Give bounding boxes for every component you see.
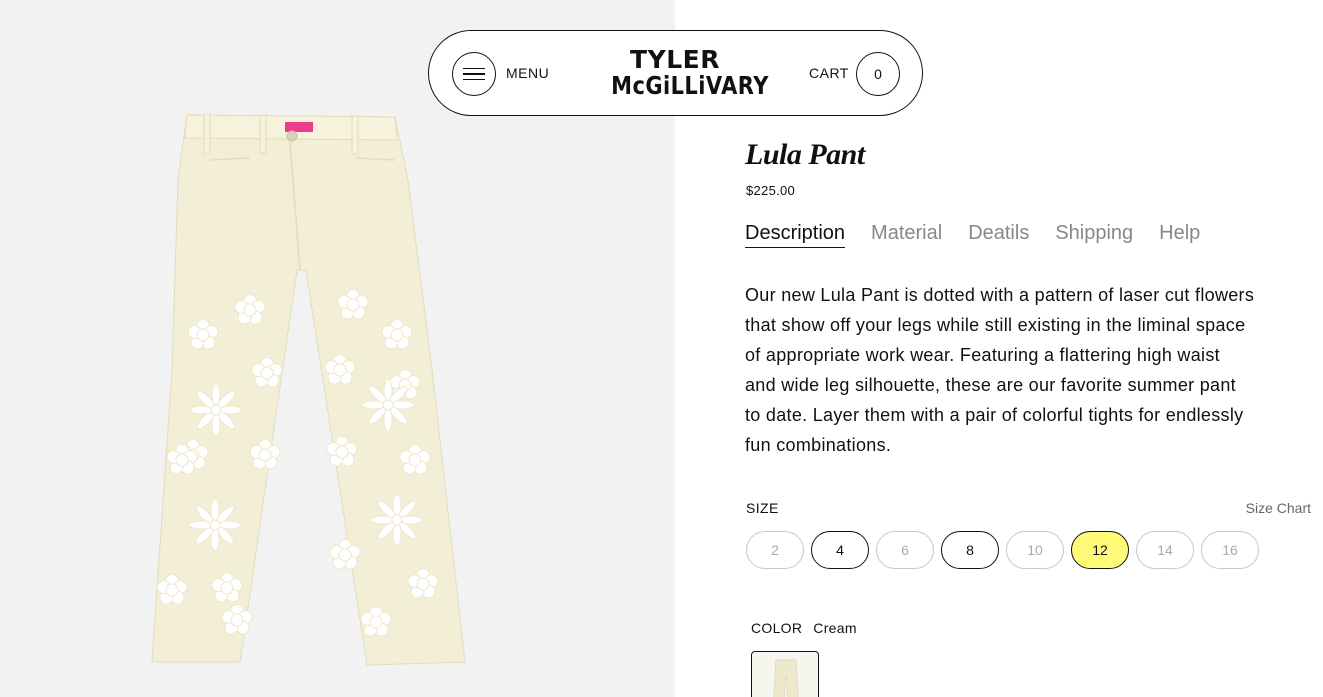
size-option-2[interactable]: 2	[746, 531, 804, 569]
color-label: COLOR	[751, 620, 803, 636]
size-option-10[interactable]: 10	[1006, 531, 1064, 569]
color-swatch-cream[interactable]	[751, 651, 819, 697]
tab-help[interactable]: Help	[1159, 222, 1200, 248]
logo-line-2: McGiLLiVARY	[611, 71, 769, 100]
logo-line-1: TYLER	[630, 45, 720, 74]
menu-label[interactable]: MENU	[506, 65, 549, 81]
cart-label[interactable]: CART	[809, 65, 849, 81]
size-options: 2 4 6 8 10 12 14 16	[746, 531, 1259, 569]
tab-shipping[interactable]: Shipping	[1055, 222, 1133, 248]
size-option-16[interactable]: 16	[1201, 531, 1259, 569]
site-header: MENU TYLER McGiLLiVARY CART 0	[428, 30, 923, 116]
swatch-thumbnail	[773, 659, 799, 697]
size-label: SIZE	[746, 500, 779, 516]
tab-details[interactable]: Deatils	[968, 222, 1029, 248]
size-option-4[interactable]: 4	[811, 531, 869, 569]
size-option-12[interactable]: 12	[1071, 531, 1129, 569]
tab-description[interactable]: Description	[745, 222, 846, 248]
color-row: COLOR Cream	[751, 620, 857, 636]
size-chart-link[interactable]: Size Chart	[1246, 500, 1311, 516]
menu-button[interactable]	[452, 52, 496, 96]
cart-count-button[interactable]: 0	[856, 52, 900, 96]
product-info-tabs: Description Material Deatils Shipping He…	[745, 222, 1226, 248]
size-option-14[interactable]: 14	[1136, 531, 1194, 569]
selected-color-name: Cream	[813, 620, 857, 636]
product-image-lula-pant	[151, 113, 466, 666]
hamburger-icon	[463, 67, 485, 70]
product-price: $225.00	[746, 183, 796, 198]
product-title: Lula Pant	[745, 138, 865, 171]
product-description: Our new Lula Pant is dotted with a patte…	[745, 285, 1255, 455]
size-option-8[interactable]: 8	[941, 531, 999, 569]
size-option-6[interactable]: 6	[876, 531, 934, 569]
tab-material[interactable]: Material	[871, 222, 942, 248]
brand-logo[interactable]: TYLER McGiLLiVARY	[599, 45, 769, 100]
